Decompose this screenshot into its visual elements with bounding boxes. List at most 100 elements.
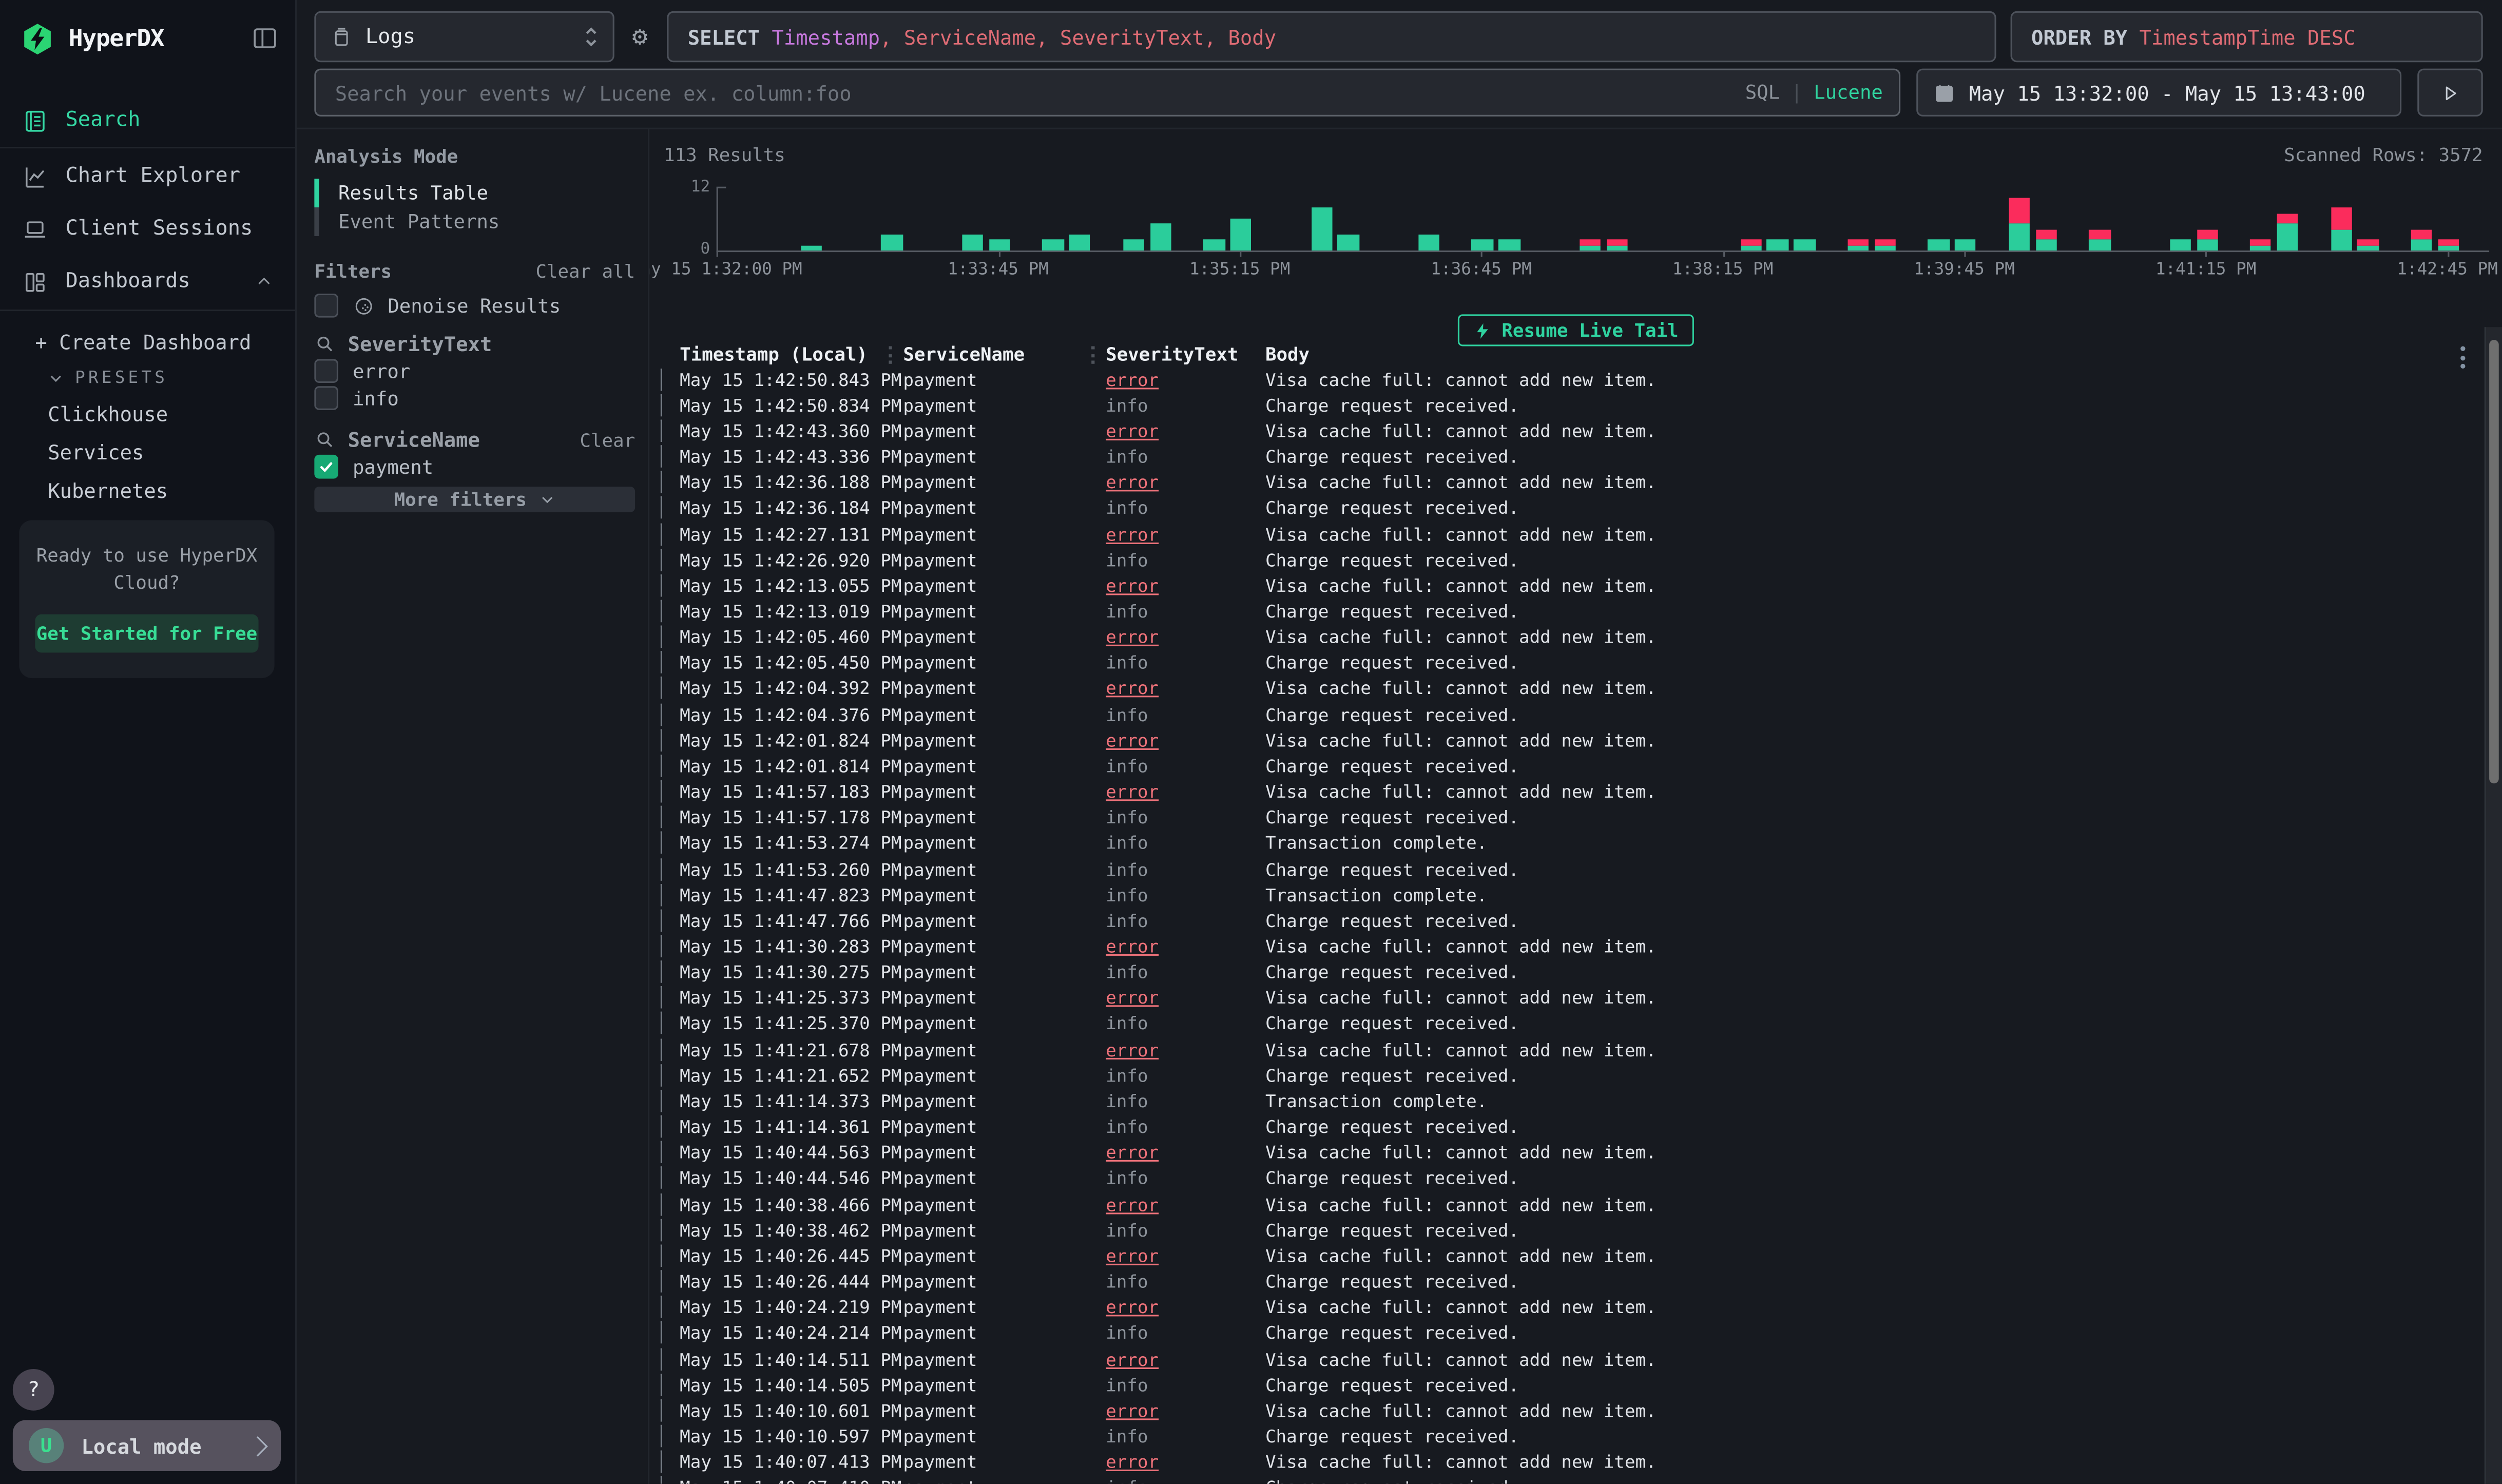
histogram-bar[interactable] [801,187,822,250]
log-row[interactable]: May 15 1:41:25.373 PM payment error Visa… [658,986,2486,1011]
log-row[interactable]: May 15 1:40:26.445 PM payment error Visa… [658,1243,2486,1269]
scrollbar-thumb[interactable] [2489,340,2499,783]
order-by-input[interactable]: ORDER BY TimestampTime DESC [2011,11,2483,62]
local-mode-menu[interactable]: U Local mode [13,1420,281,1471]
expand-row-icon[interactable] [661,523,662,545]
log-row[interactable]: May 15 1:41:53.274 PM payment info Trans… [658,831,2486,857]
tab-results-table[interactable]: Results Table [314,179,635,207]
log-row[interactable]: May 15 1:42:50.843 PM payment error Visa… [658,367,2486,393]
expand-row-icon[interactable] [661,755,662,777]
histogram-bar[interactable] [1794,187,1815,250]
histogram-bar[interactable] [2331,187,2352,250]
log-row[interactable]: May 15 1:42:05.460 PM payment error Visa… [658,625,2486,650]
more-filters-button[interactable]: More filters [314,487,635,512]
gear-icon[interactable]: ⚙ [625,23,654,51]
clear-all-link[interactable]: Clear all [535,260,635,283]
histogram-bar[interactable] [2169,187,2190,250]
expand-row-icon[interactable] [661,1425,662,1448]
log-row[interactable]: May 15 1:41:14.361 PM payment info Charg… [658,1114,2486,1140]
log-row[interactable]: May 15 1:41:57.183 PM payment error Visa… [658,779,2486,805]
histogram-bar[interactable] [1847,187,1869,250]
create-dashboard-button[interactable]: + Create Dashboard [0,324,295,360]
log-row[interactable]: May 15 1:42:01.824 PM payment error Visa… [658,728,2486,754]
histogram-bar[interactable] [1230,187,1252,250]
log-row[interactable]: May 15 1:42:50.834 PM payment info Charg… [658,393,2486,418]
expand-row-icon[interactable] [661,497,662,519]
column-header-severitytext[interactable]: SeverityText [1106,342,1265,365]
histogram-bar[interactable] [2009,187,2030,250]
histogram-bar[interactable] [2197,187,2218,250]
log-row[interactable]: May 15 1:41:47.823 PM payment info Trans… [658,882,2486,908]
log-row[interactable]: May 15 1:41:21.678 PM payment error Visa… [658,1037,2486,1063]
info-checkbox[interactable] [314,386,338,410]
log-row[interactable]: May 15 1:40:10.601 PM payment error Visa… [658,1398,2486,1424]
expand-row-icon[interactable] [661,858,662,880]
log-row[interactable]: May 15 1:42:26.920 PM payment info Charg… [658,547,2486,573]
help-button[interactable]: ? [13,1369,54,1411]
expand-row-icon[interactable] [661,806,662,828]
expand-row-icon[interactable] [661,548,662,571]
presets-toggle[interactable]: PRESETS [0,360,295,394]
histogram-bar[interactable] [1311,187,1332,250]
filter-option-label[interactable]: info [353,387,399,410]
log-row[interactable]: May 15 1:42:43.336 PM payment info Charg… [658,445,2486,470]
log-row[interactable]: May 15 1:42:43.360 PM payment error Visa… [658,418,2486,444]
expand-row-icon[interactable] [661,1012,662,1035]
payment-checkbox[interactable] [314,455,338,479]
histogram-bar[interactable] [1579,187,1600,250]
expand-row-icon[interactable] [661,1322,662,1344]
log-row[interactable]: May 15 1:40:24.214 PM payment info Charg… [658,1321,2486,1346]
log-row[interactable]: May 15 1:42:05.450 PM payment info Charg… [658,650,2486,676]
histogram-bar[interactable] [1606,187,1627,250]
histogram-bar[interactable] [1043,187,1064,250]
expand-row-icon[interactable] [661,368,662,391]
expand-row-icon[interactable] [661,1167,662,1190]
service-clear-link[interactable]: Clear [580,429,636,451]
log-row[interactable]: May 15 1:42:04.376 PM payment info Charg… [658,702,2486,728]
log-row[interactable]: May 15 1:40:44.546 PM payment info Charg… [658,1166,2486,1192]
histogram-bar[interactable] [1767,187,1788,250]
log-row[interactable]: May 15 1:40:26.444 PM payment info Charg… [658,1269,2486,1295]
log-row[interactable]: May 15 1:42:36.188 PM payment error Visa… [658,470,2486,496]
log-row[interactable]: May 15 1:41:30.275 PM payment info Charg… [658,960,2486,986]
expand-row-icon[interactable] [661,883,662,906]
expand-row-icon[interactable] [661,394,662,416]
expand-row-icon[interactable] [661,780,662,803]
expand-row-icon[interactable] [661,1064,662,1087]
expand-row-icon[interactable] [661,574,662,596]
collapse-sidebar-icon[interactable] [251,24,279,53]
log-row[interactable]: May 15 1:40:10.597 PM payment info Charg… [658,1424,2486,1450]
expand-row-icon[interactable] [661,1193,662,1216]
expand-row-icon[interactable] [661,1270,662,1293]
sidebar-item-search[interactable]: Search [0,94,295,147]
log-row[interactable]: May 15 1:42:27.131 PM payment error Visa… [658,522,2486,547]
log-row[interactable]: May 15 1:42:04.392 PM payment error Visa… [658,677,2486,702]
table-options-icon[interactable] [2460,346,2467,373]
expand-row-icon[interactable] [661,445,662,468]
histogram-bar[interactable] [989,187,1010,250]
expand-row-icon[interactable] [661,961,662,984]
time-range-picker[interactable]: May 15 13:32:00 - May 15 13:43:00 [1916,69,2401,117]
expand-row-icon[interactable] [661,1347,662,1370]
expand-row-icon[interactable] [661,471,662,494]
column-header-timestamp[interactable]: Timestamp (Local) [680,342,903,365]
log-row[interactable]: May 15 1:41:14.373 PM payment info Trans… [658,1089,2486,1114]
histogram-bar[interactable] [2250,187,2271,250]
sidebar-item-client-sessions[interactable]: Client Sessions [0,203,295,256]
denoise-checkbox[interactable] [314,294,338,318]
log-row[interactable]: May 15 1:42:36.184 PM payment info Charg… [658,496,2486,522]
histogram-bar[interactable] [2411,187,2432,250]
histogram-bar[interactable] [2277,187,2298,250]
log-row[interactable]: May 15 1:40:14.511 PM payment error Visa… [658,1346,2486,1372]
preset-item[interactable]: Services [0,432,295,471]
select-clause-input[interactable]: SELECT Timestamp, ServiceName, SeverityT… [667,11,1996,62]
log-row[interactable]: May 15 1:40:14.505 PM payment info Charg… [658,1373,2486,1398]
log-row[interactable]: May 15 1:40:24.219 PM payment error Visa… [658,1295,2486,1321]
error-checkbox[interactable] [314,359,338,383]
expand-row-icon[interactable] [661,832,662,855]
lang-toggle-lucene[interactable]: Lucene [1814,82,1883,104]
histogram-bar[interactable] [881,187,902,250]
search-input[interactable] [332,79,1745,106]
preset-item[interactable]: Kubernetes [0,471,295,509]
expand-row-icon[interactable] [661,600,662,623]
